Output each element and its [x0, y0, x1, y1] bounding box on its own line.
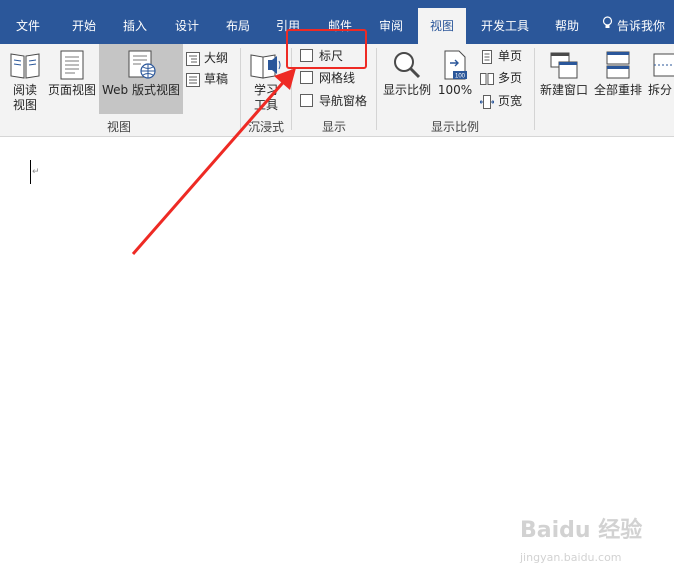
one-page-label: 单页: [498, 49, 523, 63]
read-mode-button[interactable]: 阅读 视图: [4, 50, 46, 113]
page-width-button[interactable]: 页宽: [479, 91, 523, 111]
multiple-pages-button[interactable]: 多页: [480, 68, 522, 88]
magnifier-icon: [394, 52, 421, 79]
tell-me-label: 告诉我你: [617, 19, 666, 33]
arrange-all-button[interactable]: 全部重排: [592, 50, 644, 98]
zoom-100-label: 100%: [437, 83, 473, 97]
read-mode-label-1: 阅读: [12, 83, 37, 97]
arrange-all-label: 全部重排: [593, 83, 642, 97]
watermark-url: jingyan.baidu.com: [520, 551, 622, 564]
web-layout-label: Web 版式视图: [102, 83, 180, 97]
zoom-label: 显示比例: [382, 83, 431, 97]
learning-tools-label-1: 学习: [253, 83, 278, 97]
nav-pane-checkbox-box[interactable]: [300, 94, 313, 107]
learning-tools-icon: [250, 54, 281, 79]
split-button[interactable]: 拆分: [648, 50, 674, 98]
draft-label: 草稿: [204, 72, 229, 86]
tab-design[interactable]: 设计: [165, 8, 209, 44]
separator: [240, 48, 241, 130]
draft-button[interactable]: 草稿: [186, 69, 228, 89]
tab-insert[interactable]: 插入: [113, 8, 157, 44]
ruler-highlight-box: [286, 29, 367, 69]
zoom-100-button[interactable]: 100 100%: [436, 50, 474, 98]
read-mode-label-2: 视图: [12, 98, 37, 112]
page-100-icon: 100: [444, 50, 467, 80]
arrange-all-icon: [606, 51, 630, 79]
gridlines-label: 网格线: [319, 71, 356, 85]
text-cursor: [30, 160, 31, 184]
group-label-zoom: 显示比例: [430, 120, 479, 134]
nav-pane-label: 导航窗格: [319, 94, 368, 108]
tab-developer[interactable]: 开发工具: [474, 8, 536, 44]
learning-tools-label-2: 工具: [253, 98, 278, 112]
tab-view[interactable]: 视图: [418, 8, 466, 44]
new-window-icon: [550, 52, 578, 79]
tab-file[interactable]: 文件: [6, 8, 50, 44]
outline-button[interactable]: 大纲: [186, 48, 228, 68]
baidu-watermark: Baidu 经验: [520, 518, 643, 543]
book-icon: [10, 53, 40, 79]
outline-label: 大纲: [204, 51, 229, 65]
one-page-icon: [482, 49, 492, 64]
draft-icon: [186, 72, 200, 87]
split-icon: [653, 53, 674, 77]
multiple-pages-icon: [480, 72, 494, 85]
new-window-button[interactable]: 新建窗口: [538, 50, 590, 98]
svg-text:100: 100: [455, 74, 466, 80]
multiple-pages-label: 多页: [498, 71, 523, 85]
group-label-views: 视图: [106, 120, 131, 134]
web-layout-button[interactable]: Web 版式视图: [99, 50, 183, 98]
page-icon: [60, 50, 84, 80]
split-label: 拆分: [648, 83, 673, 97]
tell-me-search[interactable]: 告诉我你: [602, 8, 665, 44]
tab-review[interactable]: 审阅: [369, 8, 413, 44]
paragraph-mark: ↵: [32, 167, 40, 177]
learning-tools-button[interactable]: 学习 工具: [246, 50, 286, 113]
tab-help[interactable]: 帮助: [545, 8, 589, 44]
tab-home[interactable]: 开始: [62, 8, 106, 44]
page-width-icon: [479, 94, 495, 109]
print-layout-label: 页面视图: [47, 83, 96, 97]
tab-layout[interactable]: 布局: [216, 8, 260, 44]
nav-pane-checkbox[interactable]: 导航窗格: [300, 91, 367, 111]
page-width-label: 页宽: [498, 94, 523, 108]
one-page-button[interactable]: 单页: [480, 46, 522, 66]
separator: [534, 48, 535, 130]
outline-icon: [186, 51, 200, 66]
print-layout-button[interactable]: 页面视图: [47, 50, 97, 98]
new-window-label: 新建窗口: [539, 83, 588, 97]
zoom-button[interactable]: 显示比例: [380, 50, 434, 98]
gridlines-checkbox-box[interactable]: [300, 71, 313, 84]
lightbulb-icon: [602, 8, 613, 44]
gridlines-checkbox[interactable]: 网格线: [300, 68, 355, 88]
web-globe-icon: [128, 50, 156, 79]
group-label-immersive: 沉浸式: [247, 120, 284, 134]
group-label-show: 显示: [321, 120, 346, 134]
